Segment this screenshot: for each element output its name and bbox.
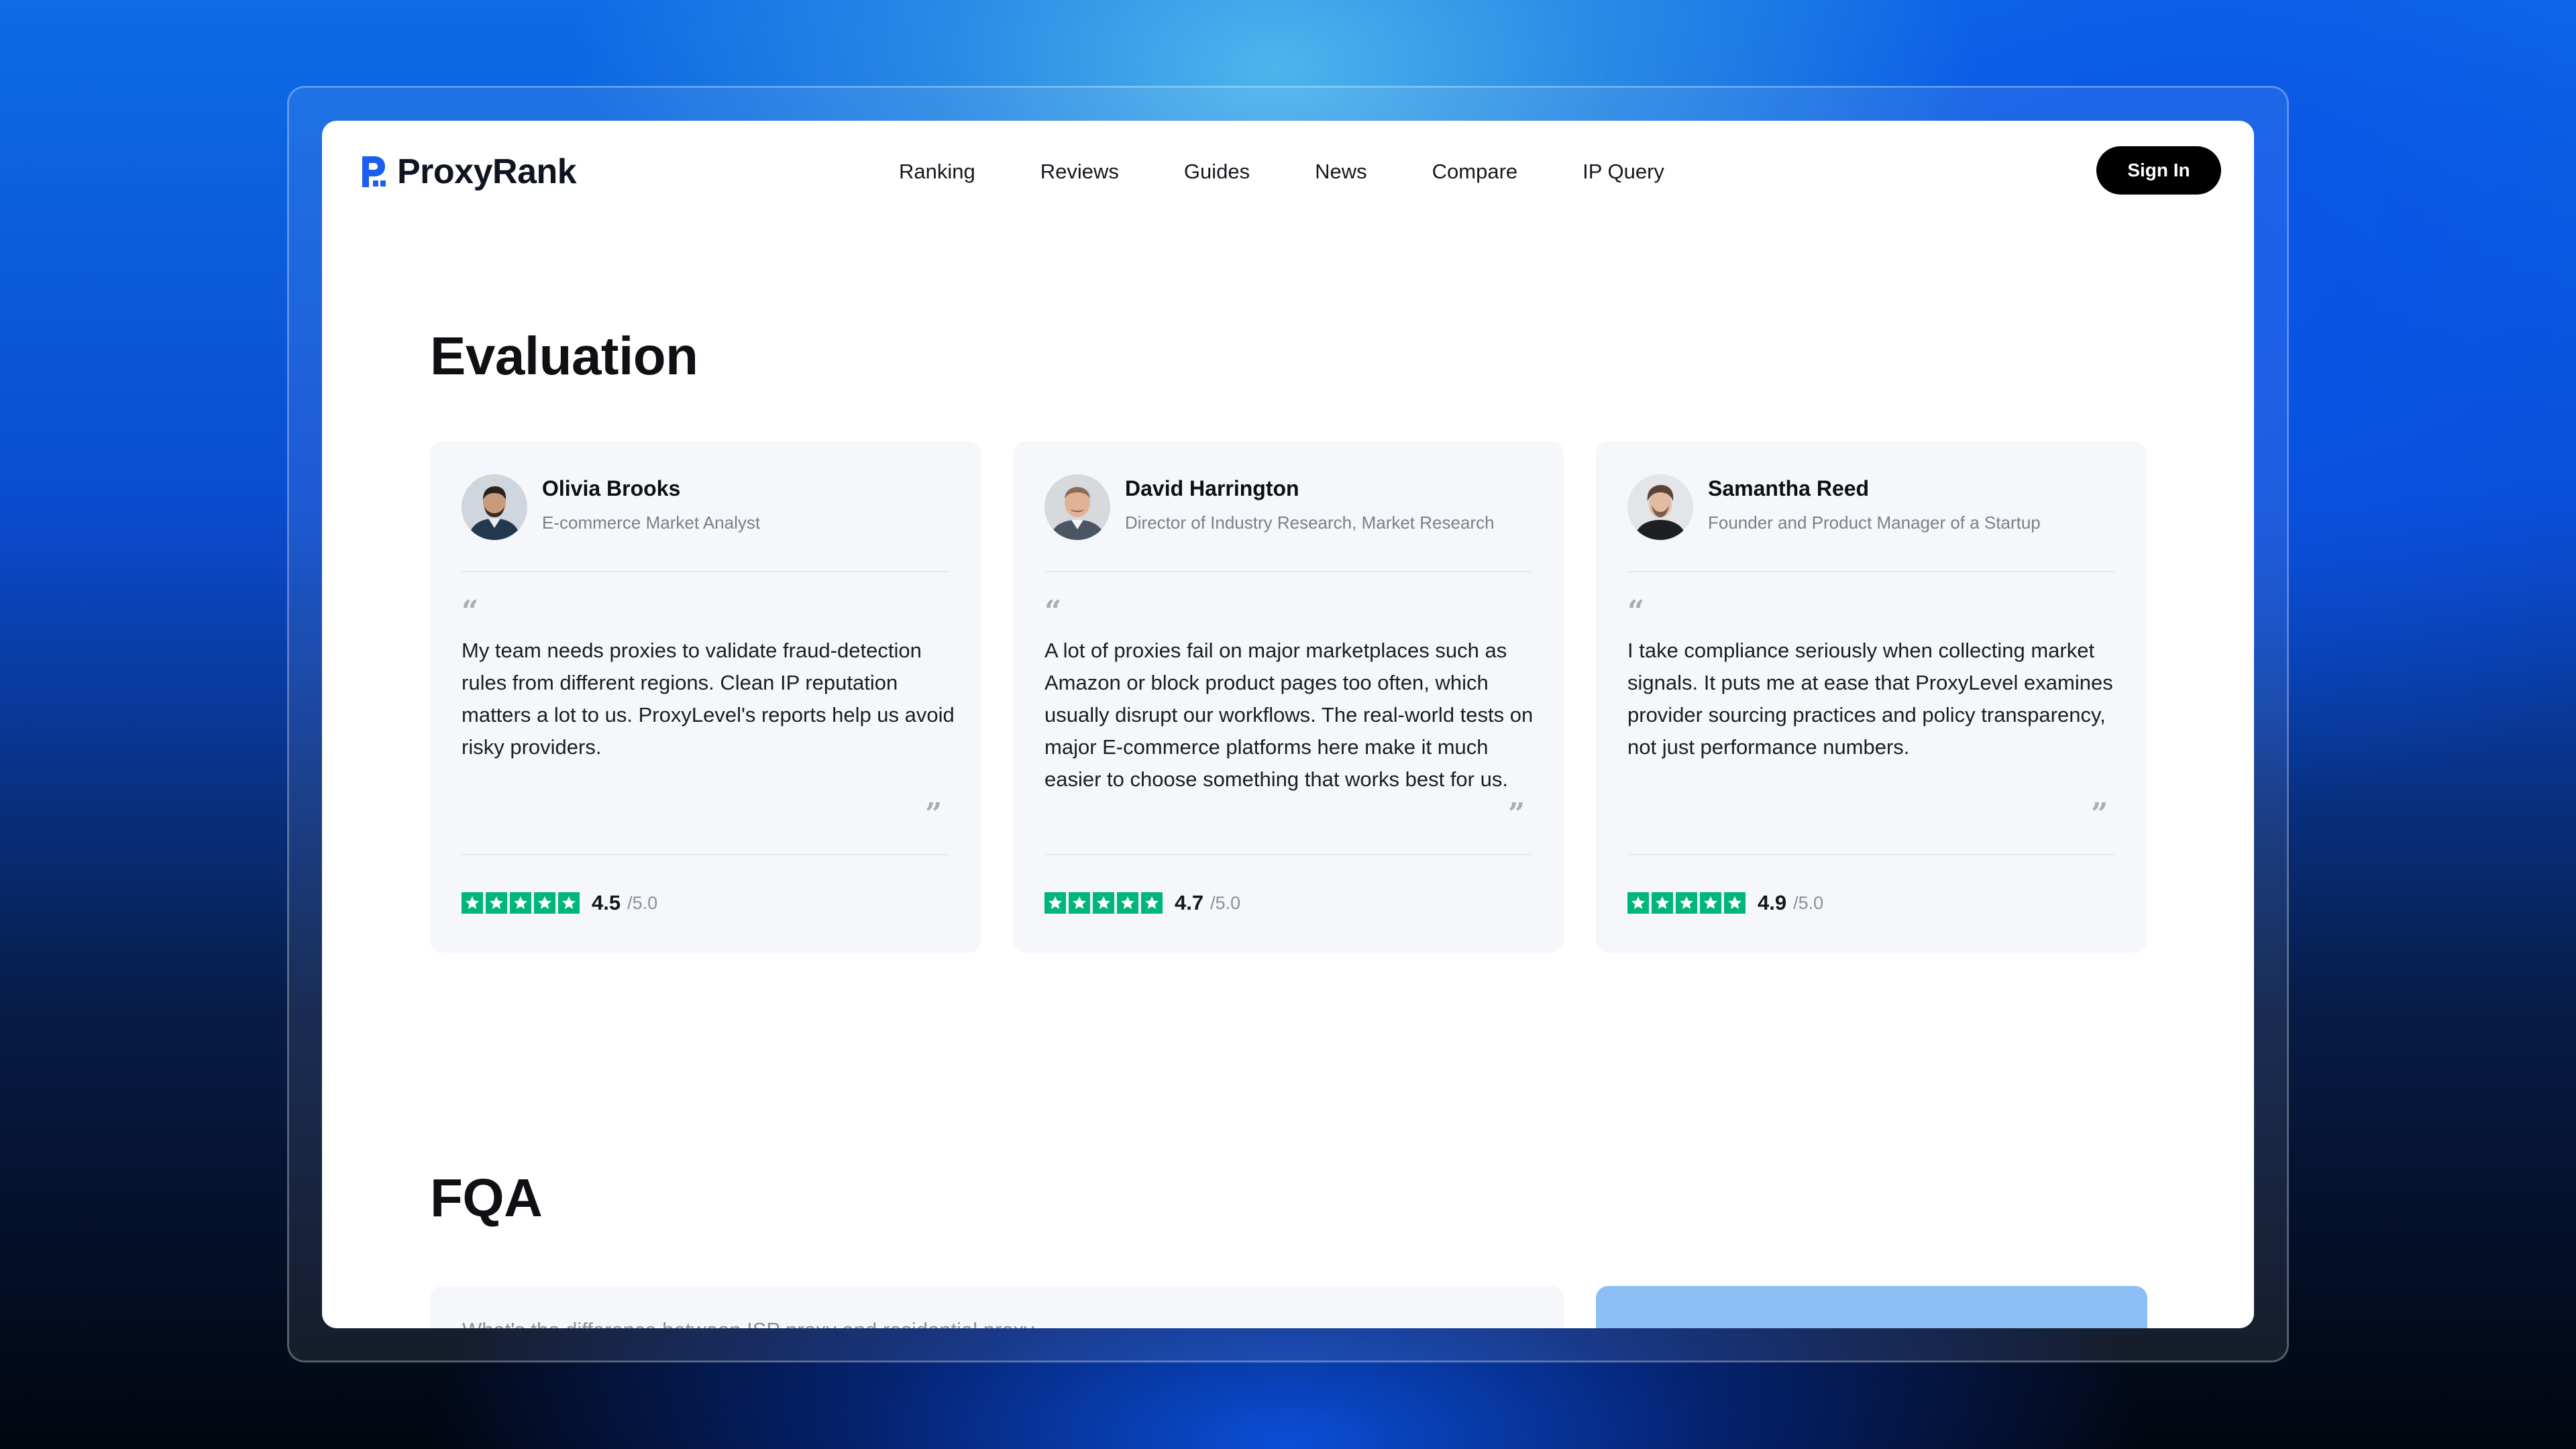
star-rating xyxy=(1044,892,1165,914)
avatar xyxy=(1627,474,1693,540)
nav-item-news[interactable]: News xyxy=(1315,154,1367,189)
star-icon xyxy=(462,892,483,914)
testimonial-list: Olivia Brooks E-commerce Market Analyst … xyxy=(430,441,2147,953)
nav-item-guides[interactable]: Guides xyxy=(1184,154,1250,189)
main-menu: Ranking Reviews Guides News Compare IP Q… xyxy=(899,154,1729,189)
brand-logo[interactable]: ProxyRank xyxy=(360,152,577,192)
faq-item[interactable]: What's the difference between ISP proxy … xyxy=(430,1286,1564,1328)
rating-max: /5.0 xyxy=(627,892,658,913)
review-text: I take compliance seriously when collect… xyxy=(1627,639,2113,759)
divider xyxy=(1627,854,2115,855)
star-icon xyxy=(486,892,507,914)
open-quote-icon: “ xyxy=(1627,594,1645,629)
star-icon xyxy=(1044,892,1066,914)
proxyrank-logo-icon xyxy=(360,155,386,189)
rating-max: /5.0 xyxy=(1793,892,1824,913)
star-icon xyxy=(1652,892,1673,914)
divider xyxy=(1044,571,1532,572)
star-icon xyxy=(1724,892,1746,914)
close-quote-icon: ” xyxy=(1508,797,1525,831)
star-icon xyxy=(1676,892,1697,914)
reviewer-name: Olivia Brooks xyxy=(542,476,681,500)
brand-name: ProxyRank xyxy=(397,152,577,191)
avatar xyxy=(462,474,527,540)
star-icon xyxy=(1627,892,1649,914)
review-text: A lot of proxies fail on major marketpla… xyxy=(1044,639,1534,791)
star-icon xyxy=(1117,892,1138,914)
reviewer-name: David Harrington xyxy=(1125,476,1299,500)
faq-question: What's the difference between ISP proxy … xyxy=(462,1318,1034,1328)
web-page: ProxyRank Ranking Reviews Guides News Co… xyxy=(322,121,2254,1328)
rating-score: 4.5 xyxy=(592,891,621,914)
star-icon xyxy=(534,892,555,914)
rating-score: 4.7 xyxy=(1175,891,1204,914)
top-navigation: ProxyRank Ranking Reviews Guides News Co… xyxy=(322,121,2254,221)
star-icon xyxy=(1700,892,1721,914)
star-icon xyxy=(1069,892,1090,914)
reviewer-role: Founder and Product Manager of a Startup xyxy=(1708,513,2041,533)
nav-item-ip-query[interactable]: IP Query xyxy=(1582,154,1664,189)
star-icon xyxy=(558,892,580,914)
divider xyxy=(1044,854,1532,855)
testimonial-card: Samantha Reed Founder and Product Manage… xyxy=(1596,441,2147,953)
testimonial-card: Olivia Brooks E-commerce Market Analyst … xyxy=(430,441,981,953)
faq-heading: FQA xyxy=(430,1168,543,1228)
close-quote-icon: ” xyxy=(2091,797,2108,831)
divider xyxy=(462,854,949,855)
rating: 4.5 /5.0 xyxy=(462,890,657,916)
divider xyxy=(462,571,949,572)
star-icon xyxy=(1093,892,1114,914)
nav-item-reviews[interactable]: Reviews xyxy=(1040,154,1119,189)
evaluation-heading: Evaluation xyxy=(430,326,698,386)
open-quote-icon: “ xyxy=(1044,594,1062,629)
divider xyxy=(1627,571,2115,572)
nav-item-compare[interactable]: Compare xyxy=(1432,154,1518,189)
open-quote-icon: “ xyxy=(462,594,479,629)
faq-side-panel xyxy=(1596,1286,2147,1328)
close-quote-icon: ” xyxy=(925,797,943,831)
nav-item-ranking[interactable]: Ranking xyxy=(899,154,975,189)
rating-max: /5.0 xyxy=(1210,892,1241,913)
star-rating xyxy=(1627,892,1748,914)
avatar xyxy=(1044,474,1110,540)
review-text: My team needs proxies to validate fraud-… xyxy=(462,639,955,759)
testimonial-card: David Harrington Director of Industry Re… xyxy=(1013,441,1564,953)
star-icon xyxy=(1141,892,1163,914)
reviewer-name: Samantha Reed xyxy=(1708,476,1870,500)
star-rating xyxy=(462,892,582,914)
reviewer-role: E-commerce Market Analyst xyxy=(542,513,761,533)
rating: 4.9 /5.0 xyxy=(1627,890,1823,916)
reviewer-role: Director of Industry Research, Market Re… xyxy=(1125,513,1495,533)
sign-in-button[interactable]: Sign In xyxy=(2096,146,2221,195)
star-icon xyxy=(510,892,531,914)
rating-score: 4.9 xyxy=(1758,891,1787,914)
rating: 4.7 /5.0 xyxy=(1044,890,1240,916)
